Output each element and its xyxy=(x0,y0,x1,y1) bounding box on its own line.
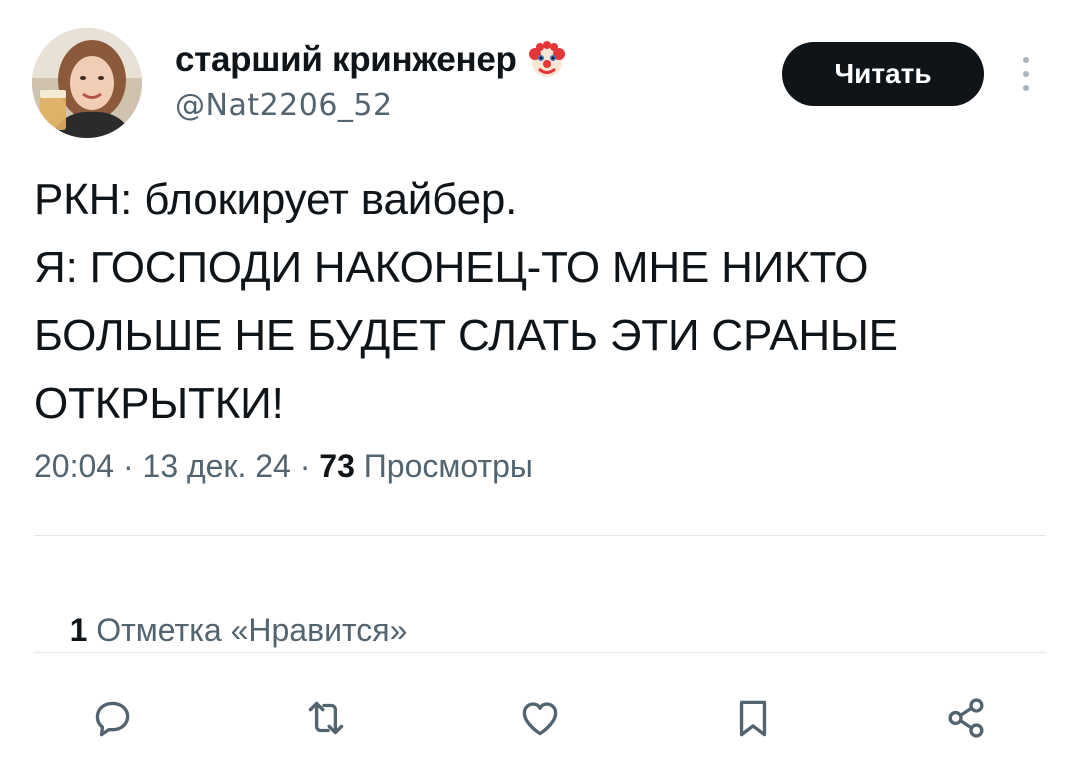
action-bar xyxy=(0,688,1080,748)
follow-button[interactable]: Читать xyxy=(782,42,984,106)
tweet-text: РКН: блокирует вайбер. Я: ГОСПОДИ НАКОНЕ… xyxy=(34,175,898,428)
meta-separator: · xyxy=(114,448,143,484)
views-count: 73 xyxy=(319,448,355,484)
heart-icon[interactable] xyxy=(510,688,570,748)
tweet-date[interactable]: 13 дек. 24 xyxy=(143,448,291,485)
avatar[interactable] xyxy=(32,28,142,138)
tweet-card: старший кринженер @Nat2206_52 Читать РКН… xyxy=(0,0,1080,782)
avatar-photo xyxy=(32,28,142,138)
likes-label: Отметка «Нравится» xyxy=(96,612,408,648)
likes-count: 1 xyxy=(69,612,88,648)
divider-top xyxy=(34,535,1046,536)
user-handle[interactable]: @Nat2206_52 xyxy=(175,88,567,123)
meta-separator: · xyxy=(290,448,320,484)
author-block: старший кринженер @Nat2206_52 xyxy=(175,38,567,123)
views-label: Просмотры xyxy=(363,448,533,484)
display-name[interactable]: старший кринженер xyxy=(175,40,517,80)
divider-bottom xyxy=(34,652,1046,653)
bookmark-icon[interactable] xyxy=(723,688,783,748)
reply-bubble-icon[interactable] xyxy=(82,688,142,748)
retweet-icon[interactable] xyxy=(296,688,356,748)
tweet-time[interactable]: 20:04 xyxy=(34,448,114,485)
more-vertical-icon[interactable] xyxy=(1014,54,1038,94)
tweet-meta: 20:04 · 13 дек. 24 · 73 Просмотры xyxy=(34,448,533,485)
display-name-row: старший кринженер xyxy=(175,38,567,82)
likes-summary[interactable]: 1 Отметка «Нравится» xyxy=(34,575,408,686)
clown-face-emoji-icon xyxy=(527,40,567,80)
share-icon[interactable] xyxy=(936,688,996,748)
